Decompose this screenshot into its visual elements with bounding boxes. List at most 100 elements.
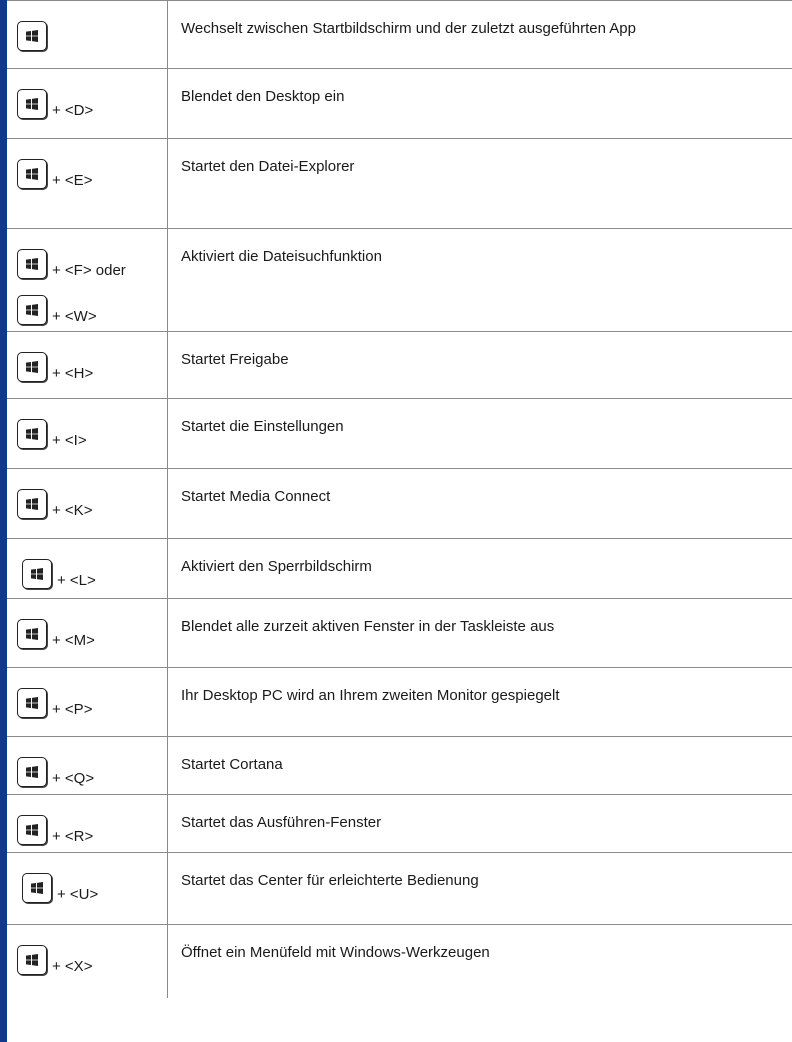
key-cell: + <R>: [7, 794, 168, 853]
key-combo-label: + <W>: [52, 308, 97, 325]
table-row: + <U> Startet das Center für erleichtert…: [7, 852, 792, 925]
table-row: + <R> Startet das Ausführen-Fenster: [7, 794, 792, 853]
windows-key: [17, 945, 47, 975]
windows-logo-icon: [26, 30, 38, 42]
windows-key: [17, 619, 47, 649]
windows-logo-icon: [26, 428, 38, 440]
key-combo-label: + <D>: [52, 102, 94, 119]
windows-logo-icon: [26, 628, 38, 640]
key-cell: + <H>: [7, 331, 168, 399]
key-combo: + <M>: [7, 599, 167, 649]
shortcut-table: Wechselt zwischen Startbildschirm und de…: [7, 0, 792, 998]
windows-key: [17, 688, 47, 718]
key-cell: + <E>: [7, 138, 168, 229]
key-combo: [7, 1, 167, 51]
shortcut-description: Startet das Ausführen-Fenster: [167, 794, 792, 853]
shortcut-description: Startet Cortana: [167, 736, 792, 795]
windows-key: [17, 295, 47, 325]
table-row: + <H> Startet Freigabe: [7, 331, 792, 399]
key-combo: + <X>: [7, 925, 167, 975]
windows-logo-icon: [26, 824, 38, 836]
windows-key: [17, 21, 47, 51]
windows-key: [17, 419, 47, 449]
windows-logo-icon: [26, 304, 38, 316]
manual-page: Wechselt zwischen Startbildschirm und de…: [0, 0, 792, 1042]
table-row: + <D> Blendet den Desktop ein: [7, 68, 792, 139]
key-combo-label: + <M>: [52, 632, 95, 649]
shortcut-description: Startet die Einstellungen: [167, 398, 792, 469]
key-combo: + <R>: [7, 795, 167, 845]
key-combo-label: + <I>: [52, 432, 87, 449]
windows-logo-icon: [26, 498, 38, 510]
shortcut-description: Blendet alle zurzeit aktiven Fenster in …: [167, 598, 792, 668]
key-cell: + <M>: [7, 598, 168, 668]
key-combo-label: + <L>: [57, 572, 96, 589]
key-cell: + <X>: [7, 924, 168, 998]
key-cell: + <U>: [7, 852, 168, 925]
windows-key: [17, 815, 47, 845]
table-row: + <F> oder + <W> Aktiviert die Dateisuch…: [7, 228, 792, 332]
key-combo: + <F> oder: [7, 229, 167, 279]
table-row: + <L> Aktiviert den Sperrbildschirm: [7, 538, 792, 599]
windows-logo-icon: [26, 168, 38, 180]
shortcut-description: Startet das Center für erleichterte Bedi…: [167, 852, 792, 925]
accent-bar: [0, 0, 7, 1042]
key-cell: + <K>: [7, 468, 168, 539]
shortcut-description: Blendet den Desktop ein: [167, 68, 792, 139]
windows-logo-icon: [26, 697, 38, 709]
key-combo-label: + <K>: [52, 502, 93, 519]
windows-logo-icon: [26, 361, 38, 373]
windows-logo-icon: [26, 766, 38, 778]
table-row: + <E> Startet den Datei-Explorer: [7, 138, 792, 229]
windows-logo-icon: [26, 954, 38, 966]
key-combo-label: + <E>: [52, 172, 93, 189]
key-combo-label: + <X>: [52, 958, 93, 975]
shortcut-description: Startet den Datei-Explorer: [167, 138, 792, 229]
windows-key: [17, 249, 47, 279]
key-combo-label: + <F> oder: [52, 262, 126, 279]
windows-key: [17, 159, 47, 189]
key-cell: + <F> oder + <W>: [7, 228, 168, 332]
windows-key: [17, 89, 47, 119]
shortcut-description: Aktiviert die Dateisuchfunktion: [167, 228, 792, 332]
key-cell: + <I>: [7, 398, 168, 469]
table-row: + <K> Startet Media Connect: [7, 468, 792, 539]
key-cell: + <Q>: [7, 736, 168, 795]
shortcut-description: Wechselt zwischen Startbildschirm und de…: [167, 0, 792, 69]
table-row: + <I> Startet die Einstellungen: [7, 398, 792, 469]
key-combo: + <E>: [7, 139, 167, 189]
windows-key: [17, 757, 47, 787]
key-combo-label: + <R>: [52, 828, 94, 845]
shortcut-description: Startet Media Connect: [167, 468, 792, 539]
windows-key: [17, 352, 47, 382]
key-combo: + <I>: [7, 399, 167, 449]
key-combo-label: + <Q>: [52, 770, 95, 787]
table-row: Wechselt zwischen Startbildschirm und de…: [7, 0, 792, 69]
windows-logo-icon: [31, 568, 43, 580]
shortcut-description: Aktiviert den Sperrbildschirm: [167, 538, 792, 599]
shortcut-description: Ihr Desktop PC wird an Ihrem zweiten Mon…: [167, 667, 792, 737]
key-cell: + <L>: [7, 538, 168, 599]
windows-key: [22, 559, 52, 589]
key-combo: + <L>: [7, 539, 167, 589]
windows-logo-icon: [26, 258, 38, 270]
windows-logo-icon: [31, 882, 43, 894]
table-row: + <M> Blendet alle zurzeit aktiven Fenst…: [7, 598, 792, 668]
key-combo: + <D>: [7, 69, 167, 119]
key-combo: + <Q>: [7, 737, 167, 787]
key-combo: + <W>: [7, 279, 167, 325]
key-cell: + <D>: [7, 68, 168, 139]
key-cell: + <P>: [7, 667, 168, 737]
table-row: + <X> Öffnet ein Menüfeld mit Windows-We…: [7, 924, 792, 998]
key-combo-label: + <H>: [52, 365, 94, 382]
windows-logo-icon: [26, 98, 38, 110]
key-cell: [7, 0, 168, 69]
shortcut-description: Öffnet ein Menüfeld mit Windows-Werkzeug…: [167, 924, 792, 998]
windows-key: [17, 489, 47, 519]
table-row: + <P> Ihr Desktop PC wird an Ihrem zweit…: [7, 667, 792, 737]
table-row: + <Q> Startet Cortana: [7, 736, 792, 795]
shortcut-description: Startet Freigabe: [167, 331, 792, 399]
key-combo: + <K>: [7, 469, 167, 519]
key-combo: + <H>: [7, 332, 167, 382]
key-combo: + <U>: [7, 853, 167, 903]
